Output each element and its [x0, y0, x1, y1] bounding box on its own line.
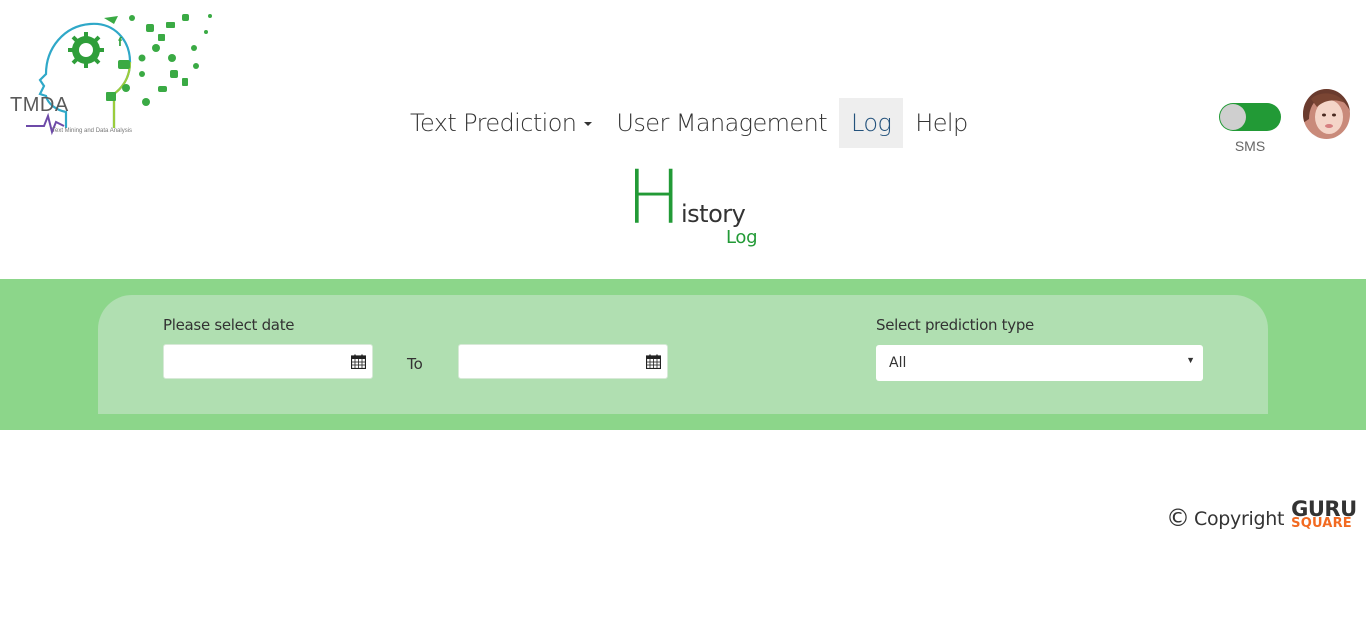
copyright-symbol: © [1166, 504, 1190, 532]
brand-bottom-text: SQUARE [1291, 516, 1352, 531]
sms-toggle-group: SMS [1219, 103, 1281, 154]
nav-item-label: Log [851, 109, 892, 137]
prediction-type-value: All [889, 355, 907, 371]
date-from-input[interactable] [164, 345, 372, 378]
nav-item-label: Text Prediction [410, 109, 577, 137]
dropdown-arrow-icon: ▼ [1186, 355, 1195, 365]
main-nav: Text Prediction User Management Log Help [398, 98, 980, 148]
guru-square-logo[interactable]: GURU SQUARE [1291, 497, 1357, 533]
nav-item-label: User Management [616, 109, 828, 137]
nav-help[interactable]: Help [903, 98, 979, 148]
nav-user-management[interactable]: User Management [604, 98, 839, 148]
page-title-initial: H [626, 155, 682, 241]
date-to-field[interactable] [458, 344, 668, 379]
sms-label: SMS [1234, 138, 1266, 154]
date-to-input[interactable] [459, 345, 667, 378]
user-avatar[interactable] [1303, 89, 1350, 139]
toggle-knob [1220, 104, 1246, 130]
logo-text: TMDA [10, 94, 69, 116]
user-avatar-icon [1303, 89, 1350, 139]
filter-panel: Please select date To Select prediction … [98, 295, 1268, 414]
nav-text-prediction[interactable]: Text Prediction [398, 98, 604, 148]
nav-item-label: Help [915, 109, 968, 137]
head-gear-logo-icon: f [26, 14, 212, 136]
sms-toggle[interactable] [1219, 103, 1281, 131]
calendar-icon[interactable] [646, 354, 661, 369]
copyright: © Copyright GURU SQUARE [1166, 497, 1357, 533]
date-label: Please select date [163, 316, 295, 334]
copyright-text: Copyright [1194, 508, 1285, 530]
calendar-icon[interactable] [351, 354, 366, 369]
app-logo[interactable]: f TMDA Text Mining and Data Analysis [6, 8, 216, 140]
caret-down-icon [584, 122, 593, 126]
page-subtitle: Log [726, 227, 758, 248]
page-title-rest: istory [681, 200, 746, 228]
logo-subtitle: Text Mining and Data Analysis [52, 128, 133, 134]
date-from-field[interactable] [163, 344, 373, 379]
prediction-type-select[interactable]: All ▼ [876, 345, 1203, 381]
nav-log[interactable]: Log [839, 98, 904, 148]
filter-band: Please select date To Select prediction … [0, 279, 1366, 430]
to-label: To [407, 355, 423, 373]
prediction-type-label: Select prediction type [876, 316, 1034, 334]
